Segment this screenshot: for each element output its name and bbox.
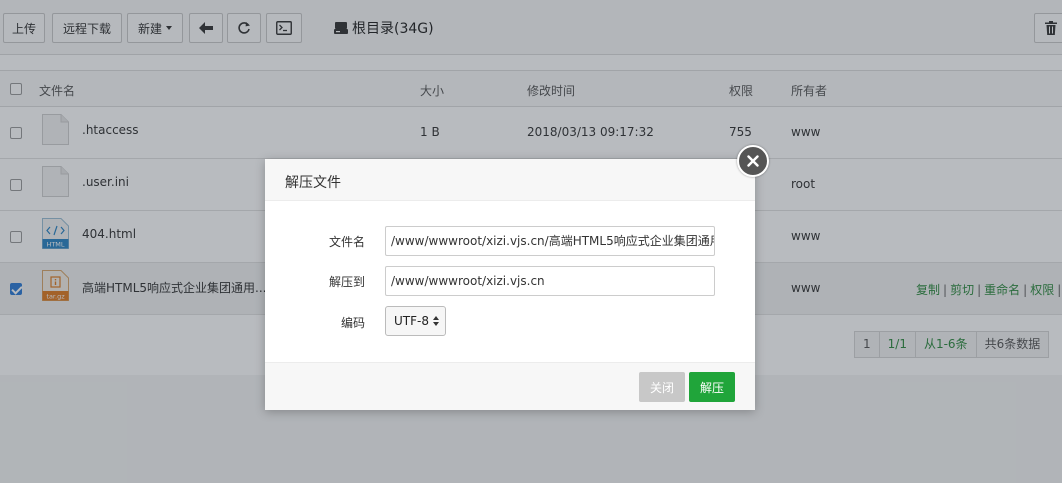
dialog-footer: 关闭 解压	[265, 362, 755, 410]
encoding-label: 编码	[340, 316, 365, 330]
extract-dialog: 解压文件 文件名 /www/wwwroot/xizi.vjs.cn/高端HTML…	[265, 145, 769, 410]
select-arrows-icon	[432, 316, 439, 326]
dialog-title: 解压文件	[285, 175, 341, 191]
extract-to-label: 解压到	[328, 275, 365, 289]
extract-to-field[interactable]: /www/wwwroot/xizi.vjs.cn	[385, 266, 715, 296]
extract-button[interactable]: 解压	[689, 372, 735, 402]
close-button[interactable]: 关闭	[639, 372, 685, 402]
filename-label: 文件名	[328, 235, 365, 249]
encoding-value: UTF-8	[394, 314, 429, 328]
dialog-header: 解压文件	[265, 159, 755, 201]
encoding-select[interactable]: UTF-8	[385, 306, 446, 336]
filename-field[interactable]: /www/wwwroot/xizi.vjs.cn/高端HTML5响应式企业集团通…	[385, 226, 715, 256]
dialog-close-button[interactable]	[737, 145, 769, 177]
close-icon	[747, 155, 759, 167]
